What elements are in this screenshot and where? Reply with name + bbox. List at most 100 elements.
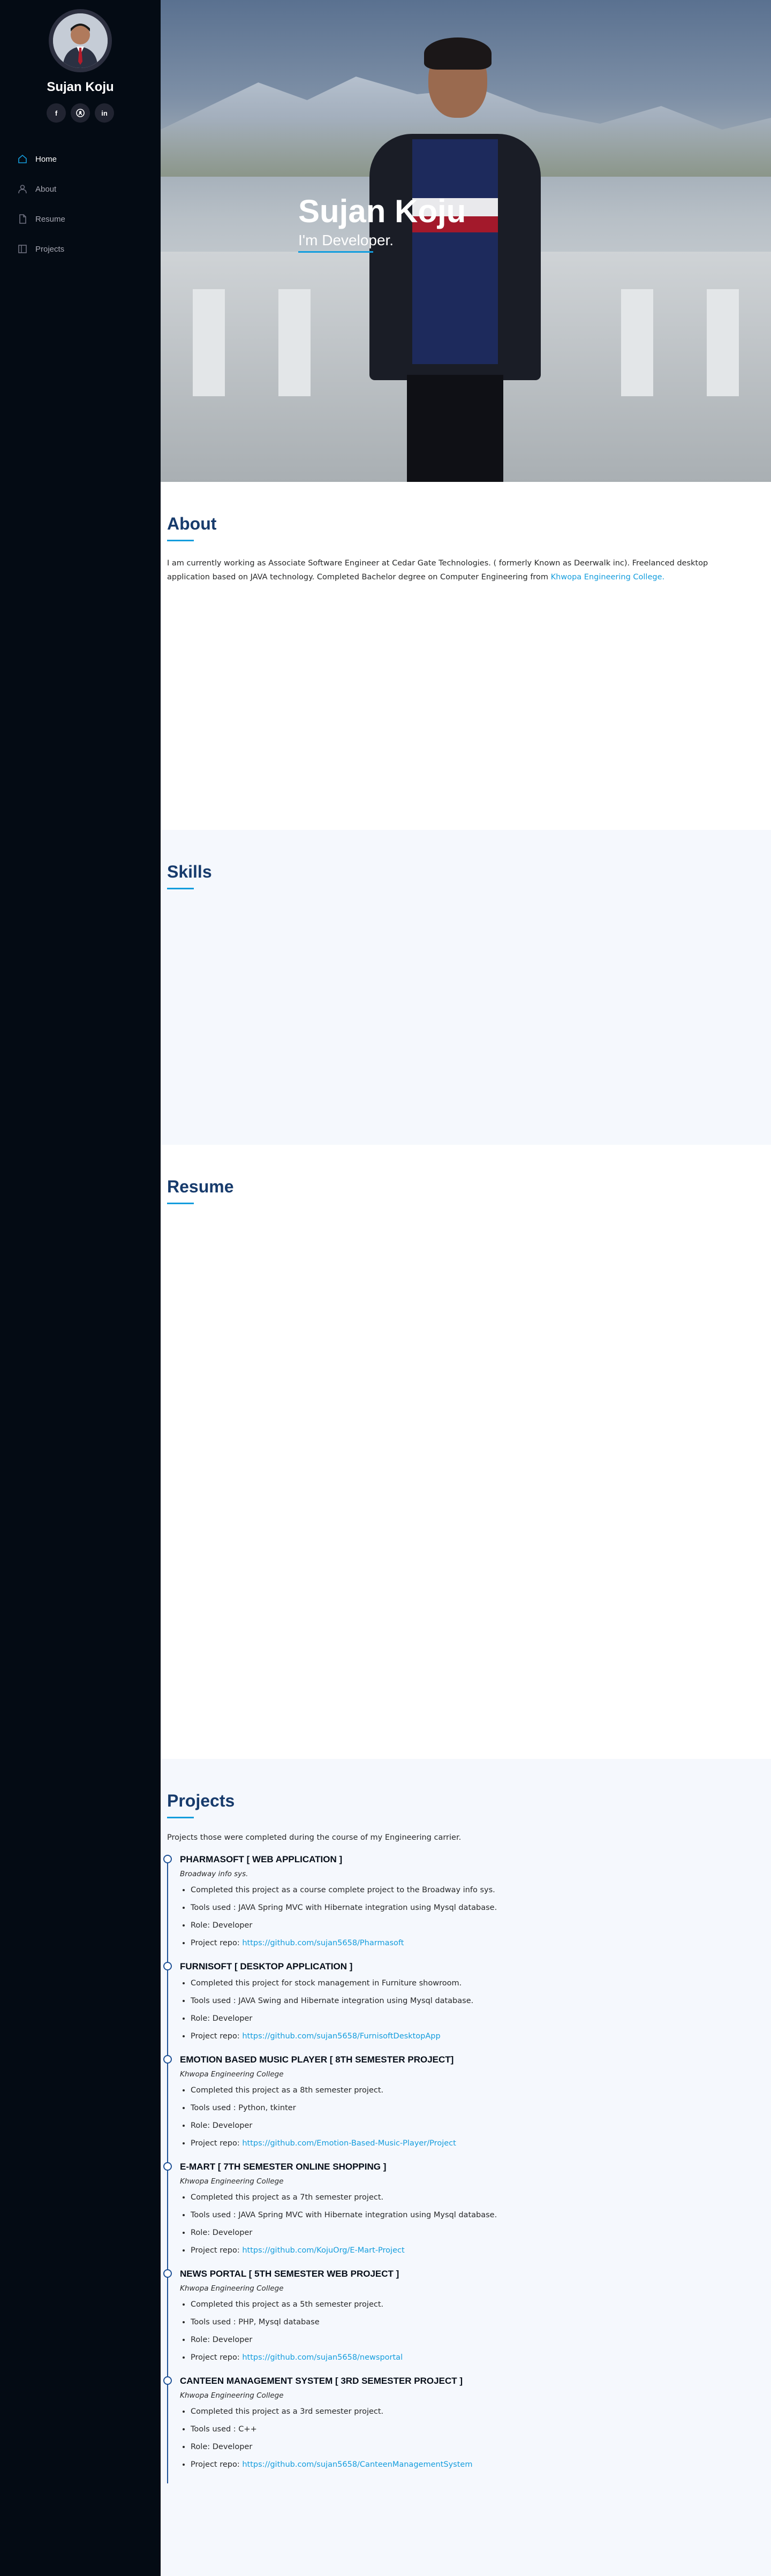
project-title: NEWS PORTAL [ 5TH SEMESTER WEB PROJECT ]: [180, 2269, 399, 2279]
projects-timeline: PHARMASOFT [ WEB APPLICATION ] Broadway …: [163, 1854, 765, 2483]
list-item: Role: Developer: [191, 1920, 765, 1931]
projects-title: Projects: [167, 1791, 765, 1818]
hero-railing-post: [621, 289, 653, 396]
repo-link[interactable]: https://github.com/sujan5658/newsportal: [242, 2353, 403, 2362]
repo-link[interactable]: https://github.com/sujan5658/CanteenMana…: [242, 2460, 472, 2469]
nav-item-label: About: [35, 184, 57, 194]
repo-link[interactable]: https://github.com/KojuOrg/E-Mart-Projec…: [242, 2246, 404, 2255]
projects-intro: Projects those were completed during the…: [167, 1833, 462, 1842]
timeline-dot: [163, 2269, 172, 2278]
repo-label: Project repo:: [191, 2353, 243, 2362]
project-item: PHARMASOFT [ WEB APPLICATION ] Broadway …: [163, 1854, 765, 1962]
list-item: Tools used : JAVA Swing and Hibernate in…: [191, 1996, 765, 2006]
nav-menu: Home About Resume Projects: [0, 144, 161, 264]
list-item: Completed this project as a 3rd semester…: [191, 2406, 765, 2417]
profile: Sujan Koju f in: [0, 0, 161, 123]
project-org: Khwopa Engineering College: [180, 2070, 284, 2079]
timeline-dot: [163, 2162, 172, 2171]
linkedin-icon[interactable]: in: [95, 103, 114, 123]
nav-item-projects[interactable]: Projects: [16, 234, 145, 264]
project-details: Completed this project as a 7th semester…: [180, 2192, 765, 2256]
nav-item-home[interactable]: Home: [16, 144, 145, 174]
about-text: I am currently working as Associate Soft…: [167, 556, 745, 584]
profile-name: Sujan Koju: [47, 80, 114, 94]
timeline-dot: [163, 2055, 172, 2064]
project-details: Completed this project for stock managem…: [180, 1978, 765, 2042]
nav-item-resume[interactable]: Resume: [16, 204, 145, 234]
github-icon[interactable]: [71, 103, 90, 123]
list-item: Project repo: https://github.com/sujan56…: [191, 2459, 765, 2470]
hero-text: Sujan Koju I'm Developer.: [298, 193, 466, 253]
project-details: Completed this project as a 3rd semester…: [180, 2406, 765, 2470]
repo-link[interactable]: https://github.com/sujan5658/Pharmasoft: [242, 1939, 404, 1947]
project-details: Completed this project as a course compl…: [180, 1885, 765, 1948]
file-icon: [16, 213, 29, 225]
avatar[interactable]: [49, 9, 112, 72]
list-item: Project repo: https://github.com/KojuOrg…: [191, 2245, 765, 2256]
hero-railing-post: [193, 289, 225, 396]
repo-label: Project repo:: [191, 2032, 243, 2041]
list-item: Completed this project as a 7th semester…: [191, 2192, 765, 2203]
list-item: Project repo: https://github.com/sujan56…: [191, 2031, 765, 2042]
hero-person-photo: [369, 32, 541, 482]
sidebar: Sujan Koju f in Home About Resume Projec…: [0, 0, 161, 2576]
repo-link[interactable]: https://github.com/Emotion-Based-Music-P…: [242, 2139, 456, 2148]
nav-item-about[interactable]: About: [16, 174, 145, 204]
project-title: E-MART [ 7TH SEMESTER ONLINE SHOPPING ]: [180, 2162, 387, 2172]
nav-item-label: Resume: [35, 214, 65, 224]
timeline-dot: [163, 2376, 172, 2385]
list-item: Tools used : C++: [191, 2424, 765, 2435]
project-org: Khwopa Engineering College: [180, 2284, 284, 2293]
list-item: Completed this project as a course compl…: [191, 1885, 765, 1895]
project-title: EMOTION BASED MUSIC PLAYER [ 8TH SEMESTE…: [180, 2054, 454, 2065]
resume-title: Resume: [167, 1177, 765, 1204]
repo-label: Project repo:: [191, 2246, 243, 2255]
list-item: Role: Developer: [191, 2227, 765, 2238]
project-title: CANTEEN MANAGEMENT SYSTEM [ 3RD SEMESTER…: [180, 2376, 463, 2386]
project-org: Khwopa Engineering College: [180, 2391, 284, 2400]
list-item: Tools used : Python, tkinter: [191, 2103, 765, 2113]
list-item: Project repo: https://github.com/Emotion…: [191, 2138, 765, 2149]
list-item: Tools used : PHP, Mysql database: [191, 2317, 765, 2328]
hero-section: Sujan Koju I'm Developer.: [161, 0, 771, 482]
timeline-dot: [163, 1962, 172, 1970]
projects-section: Projects Projects those were completed d…: [161, 1759, 771, 2576]
college-link[interactable]: Khwopa Engineering College.: [551, 573, 664, 581]
hero-railing-post: [707, 289, 739, 396]
nav-item-label: Projects: [35, 244, 65, 254]
project-item: E-MART [ 7TH SEMESTER ONLINE SHOPPING ] …: [163, 2162, 765, 2269]
about-section: About I am currently working as Associat…: [161, 482, 771, 830]
list-item: Completed this project as a 5th semester…: [191, 2299, 765, 2310]
list-item: Completed this project as a 8th semester…: [191, 2085, 765, 2096]
list-item: Project repo: https://github.com/sujan56…: [191, 2352, 765, 2363]
book-icon: [16, 243, 29, 255]
skills-title: Skills: [167, 862, 765, 889]
list-item: Completed this project for stock managem…: [191, 1978, 765, 1989]
about-title: About: [167, 514, 765, 541]
repo-label: Project repo:: [191, 2139, 243, 2148]
project-org: Khwopa Engineering College: [180, 2177, 284, 2186]
list-item: Tools used : JAVA Spring MVC with Hibern…: [191, 1902, 765, 1913]
list-item: Role: Developer: [191, 2335, 765, 2345]
nav-item-label: Home: [35, 154, 57, 164]
hero-role: I'm Developer.: [298, 232, 394, 248]
project-details: Completed this project as a 8th semester…: [180, 2085, 765, 2149]
timeline-dot: [163, 1855, 172, 1863]
list-item: Role: Developer: [191, 2442, 765, 2452]
skills-section: Skills: [161, 830, 771, 1145]
project-item: CANTEEN MANAGEMENT SYSTEM [ 3RD SEMESTER…: [163, 2376, 765, 2483]
project-title: FURNISOFT [ DESKTOP APPLICATION ]: [180, 1961, 353, 1971]
hero-role-underline: [298, 251, 373, 253]
project-title: PHARMASOFT [ WEB APPLICATION ]: [180, 1854, 343, 1864]
project-item: EMOTION BASED MUSIC PLAYER [ 8TH SEMESTE…: [163, 2054, 765, 2162]
hero-name: Sujan Koju: [298, 193, 466, 229]
repo-link[interactable]: https://github.com/sujan5658/FurnisoftDe…: [242, 2032, 440, 2041]
project-details: Completed this project as a 5th semester…: [180, 2299, 765, 2363]
list-item: Tools used : JAVA Spring MVC with Hibern…: [191, 2210, 765, 2220]
facebook-icon[interactable]: f: [47, 103, 66, 123]
repo-label: Project repo:: [191, 2460, 243, 2469]
project-item: NEWS PORTAL [ 5TH SEMESTER WEB PROJECT ]…: [163, 2269, 765, 2376]
home-icon: [16, 153, 29, 165]
hero-railing-post: [278, 289, 311, 396]
list-item: Project repo: https://github.com/sujan56…: [191, 1938, 765, 1948]
